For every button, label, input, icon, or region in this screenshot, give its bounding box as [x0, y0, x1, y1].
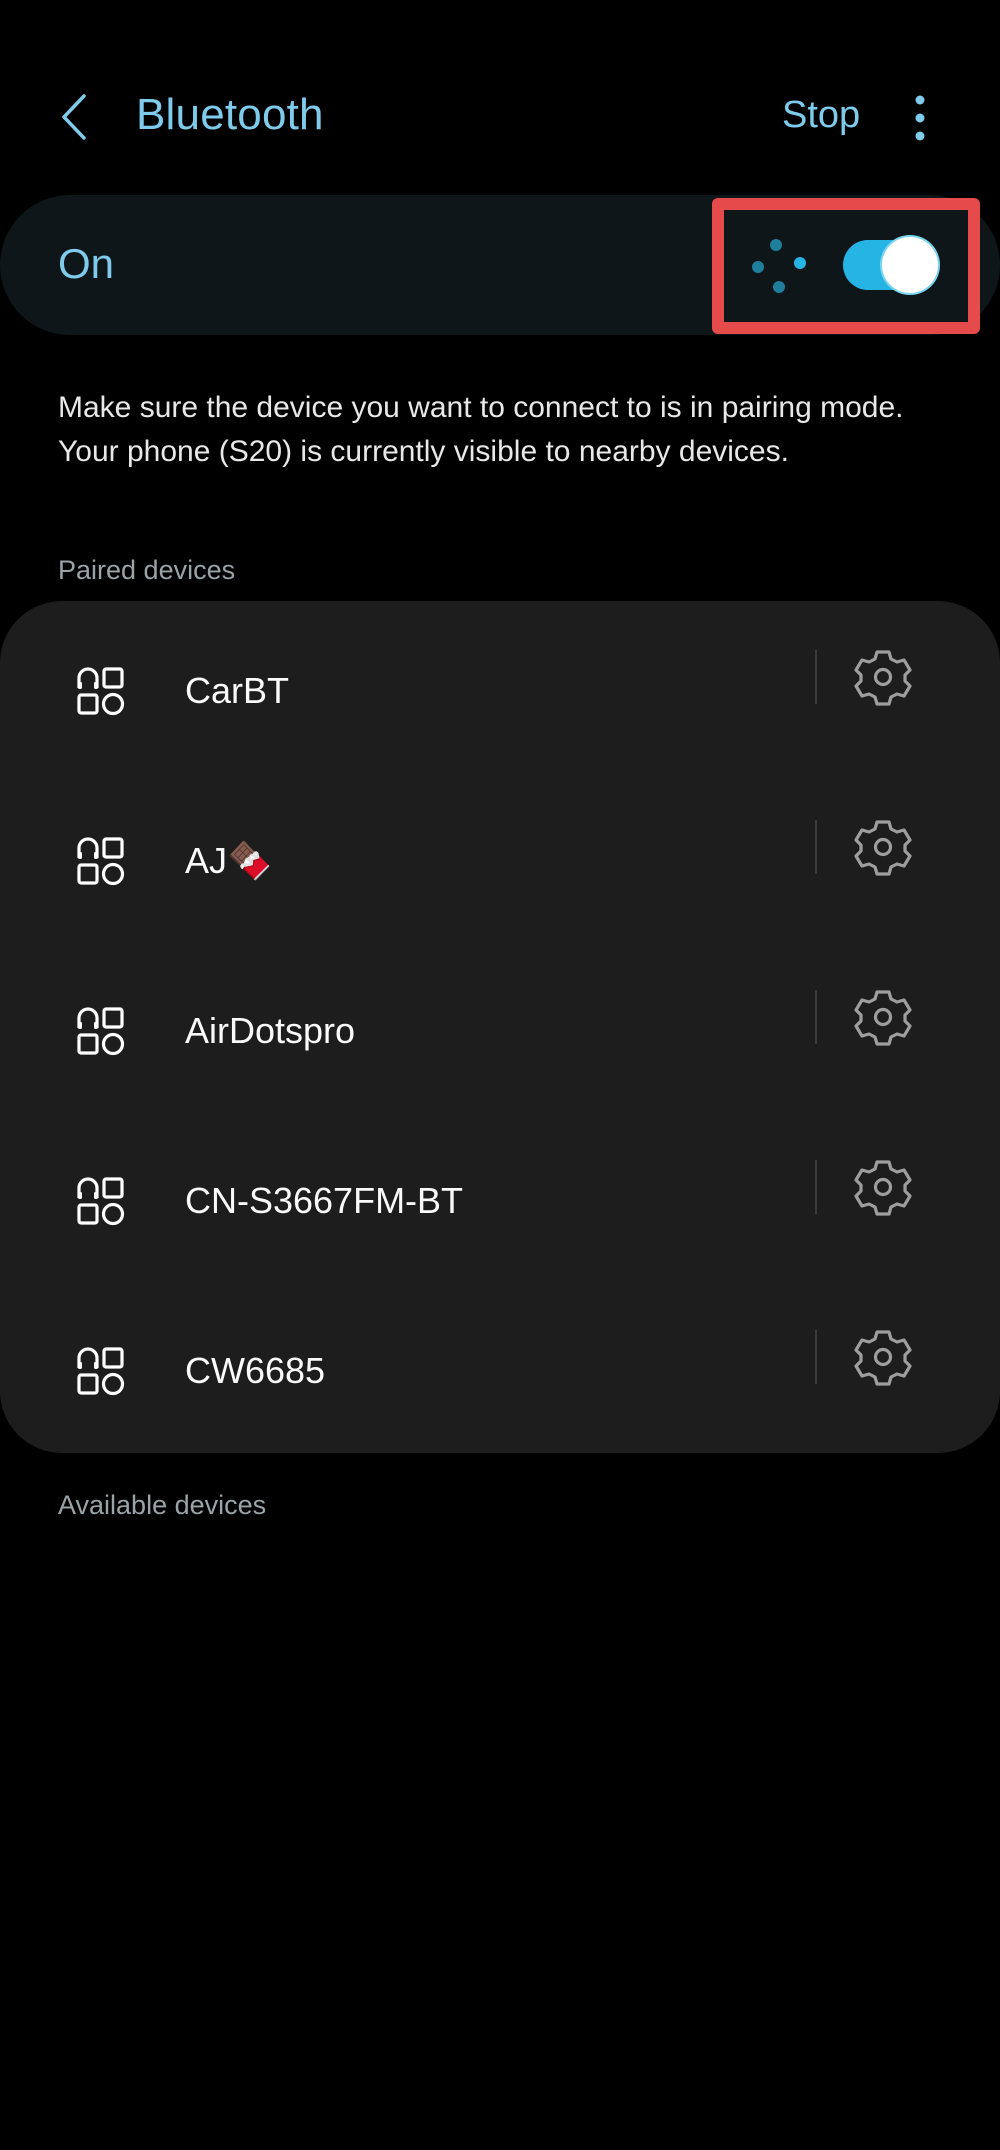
paired-devices-list: CarBT AJ🍫 AirDotspro CN-S3667FM-BT CW668…: [0, 601, 1000, 1453]
paired-device-row[interactable]: CW6685: [0, 1290, 1000, 1460]
gear-icon[interactable]: [854, 1158, 912, 1216]
generic-device-icon: [76, 666, 126, 716]
device-name: CarBT: [185, 670, 290, 711]
master-switch-label: On: [58, 240, 115, 287]
device-name: AJ🍫: [185, 840, 272, 881]
pairing-description: Make sure the device you want to connect…: [58, 386, 958, 474]
device-name: CN-S3667FM-BT: [185, 1180, 464, 1221]
app-bar: Bluetooth Stop: [0, 0, 1000, 200]
row-divider: [815, 990, 817, 1044]
paired-device-row[interactable]: AirDotspro: [0, 950, 1000, 1120]
paired-device-row[interactable]: AJ🍫: [0, 780, 1000, 950]
device-name: CW6685: [185, 1350, 326, 1391]
row-divider: [815, 820, 817, 874]
paired-device-row[interactable]: CN-S3667FM-BT: [0, 1120, 1000, 1290]
description-line-2: Your phone (S20) is currently visible to…: [58, 435, 789, 468]
stop-scan-button[interactable]: Stop: [782, 94, 860, 137]
paired-devices-header: Paired devices: [58, 555, 236, 585]
more-options-button[interactable]: [904, 94, 936, 142]
device-name: AirDotspro: [185, 1010, 356, 1051]
row-divider: [815, 1330, 817, 1384]
description-line-1: Make sure the device you want to connect…: [58, 391, 904, 424]
scanning-dots-icon: [748, 237, 808, 297]
generic-device-icon: [76, 836, 126, 886]
chevron-left-icon: [62, 94, 86, 140]
row-divider: [815, 650, 817, 704]
more-vert-icon: [915, 95, 925, 141]
gear-icon[interactable]: [854, 648, 912, 706]
row-divider: [815, 1160, 817, 1214]
back-button[interactable]: [56, 92, 96, 142]
generic-device-icon: [76, 1006, 126, 1056]
toggle-knob: [882, 237, 938, 293]
bluetooth-toggle[interactable]: [843, 237, 938, 293]
gear-icon[interactable]: [854, 988, 912, 1046]
gear-icon[interactable]: [854, 1328, 912, 1386]
paired-device-row[interactable]: CarBT: [0, 610, 1000, 780]
generic-device-icon: [76, 1176, 126, 1226]
available-devices-header: Available devices: [58, 1490, 267, 1520]
gear-icon[interactable]: [854, 818, 912, 876]
page-title: Bluetooth: [136, 90, 324, 139]
generic-device-icon: [76, 1346, 126, 1396]
